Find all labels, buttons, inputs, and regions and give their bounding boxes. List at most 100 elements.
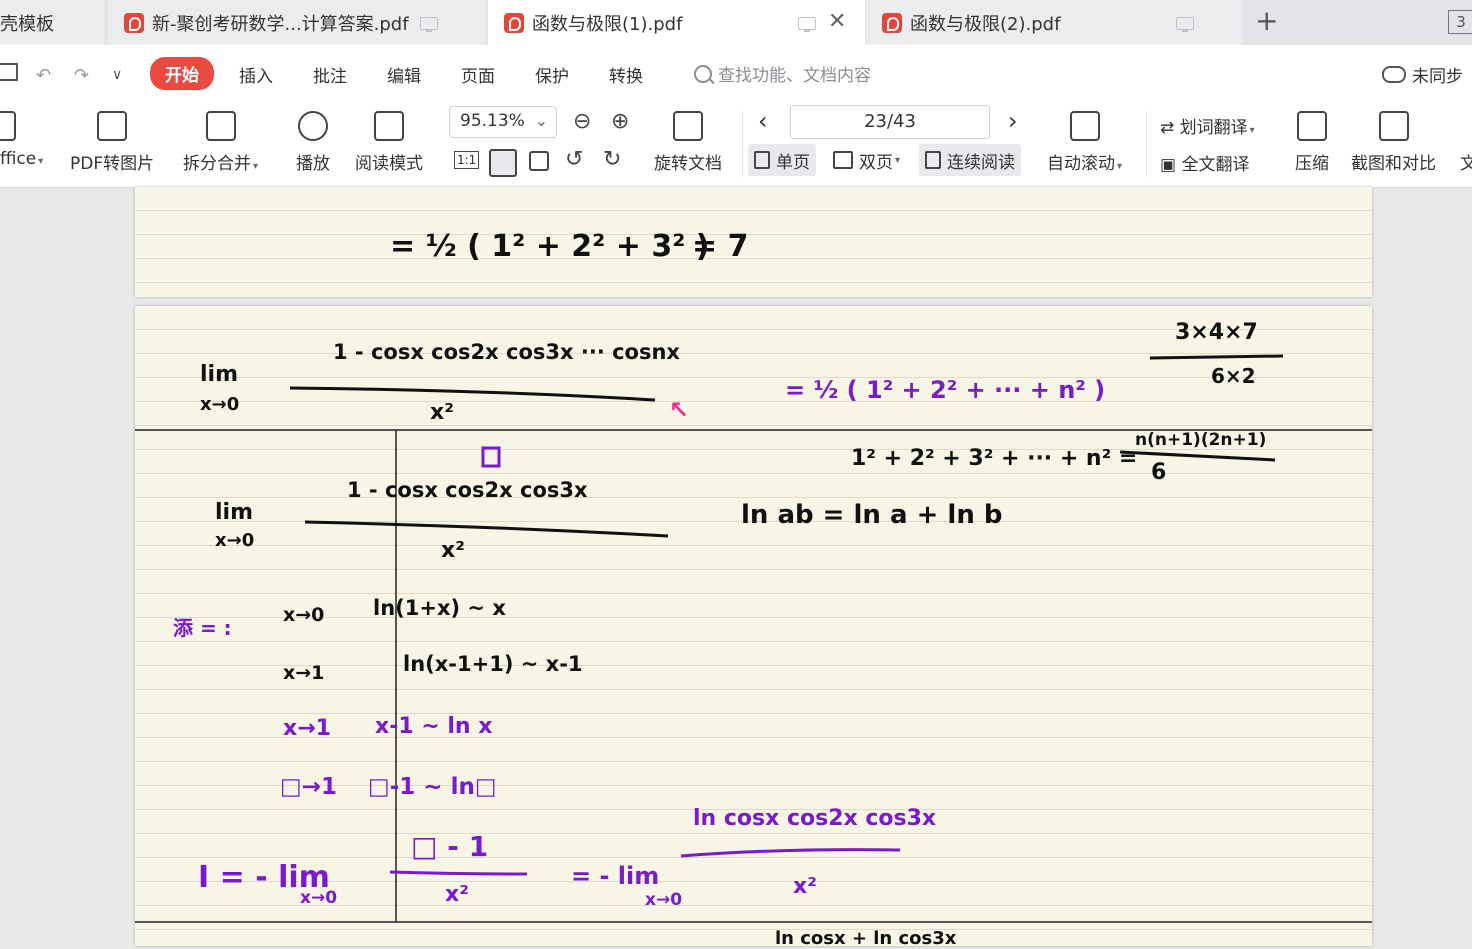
zoom-select[interactable]: 95.13% ⌄ (449, 106, 557, 138)
rotate-left-icon[interactable]: ↺ (565, 147, 583, 172)
lim-label: lim (215, 500, 254, 525)
rotate-right-icon[interactable]: ↻ (603, 147, 621, 172)
integral-sub: x→0 (300, 888, 338, 908)
pdf-to-image-button[interactable]: PDF转图片 (70, 111, 154, 174)
frac-top: 3×4×7 (1175, 320, 1258, 345)
integral-numerator: □ - 1 (411, 830, 489, 863)
tab-limits-1-pdf[interactable]: 函数与极限(1).pdf ✕ (488, 0, 865, 45)
monitor-icon[interactable] (1176, 17, 1194, 32)
new-tab-button[interactable]: + (1255, 4, 1278, 37)
page-number-input[interactable]: 23/43 (790, 105, 990, 139)
tab-answer-pdf[interactable]: 新-聚创考研数学...计算答案.pdf (108, 0, 486, 45)
divider (1146, 111, 1147, 177)
handwriting-sum-squares: = ½ ( 1² + 2² + 3² ) (390, 229, 710, 264)
frac-bottom: 6×2 (1211, 364, 1256, 388)
handwriting-result: = 7 (692, 229, 749, 264)
more-tools-button[interactable]: 文 (1460, 149, 1472, 174)
menu-protect[interactable]: 保护 (535, 62, 569, 87)
double-page-icon (833, 151, 853, 169)
word-translate-button[interactable]: ⇄ 划词翻译 ▾ (1160, 113, 1255, 138)
monitor-icon[interactable] (420, 17, 438, 32)
fit-width-icon[interactable] (529, 151, 549, 171)
sum-formula: 1² + 2² + 3² + ··· + n² = (851, 446, 1138, 471)
ink-strokes (135, 354, 1372, 923)
sync-status[interactable]: 未同步 (1382, 62, 1463, 87)
screenshot-compare-button[interactable]: 截图和对比 (1351, 111, 1436, 174)
numerator-2: 1 - cosx cos2x cos3x (347, 478, 588, 502)
note-label: 添 = : (173, 616, 232, 640)
zoom-value: 95.13% (460, 111, 525, 131)
double-page-button[interactable]: 双页 ▾ (827, 144, 906, 176)
menu-insert[interactable]: 插入 (239, 62, 273, 87)
row1-condition: x→0 (283, 604, 325, 626)
full-translate-button[interactable]: ▣ 全文翻译 (1160, 150, 1249, 175)
fraction-bar (304, 520, 669, 538)
split-merge-label: 拆分合并 (183, 154, 251, 174)
fraction-bar (680, 848, 901, 858)
play-label: 播放 (296, 154, 330, 174)
auto-scroll-button[interactable]: 自动滚动 ▾ (1047, 111, 1122, 174)
row2-condition: x→1 (283, 662, 325, 684)
row3-condition: x→1 (283, 716, 331, 741)
denominator-2: x² (441, 538, 465, 563)
tab-label: 函数与极限(2).pdf (910, 13, 1061, 35)
rotate-document-button[interactable]: 旋转文档 (654, 111, 722, 174)
office-icon (0, 111, 16, 141)
play-button[interactable]: 播放 (296, 111, 330, 174)
lim-label: lim (200, 362, 239, 387)
sum-half: = ½ ( 1² + 2² + ··· + n² ) (785, 376, 1106, 404)
search-placeholder: 查找功能、文档内容 (718, 66, 871, 86)
continuous-read-button[interactable]: 连续阅读 (919, 144, 1021, 176)
menu-toggle-icon[interactable] (0, 63, 18, 81)
menu-annotate[interactable]: 批注 (313, 62, 347, 87)
menu-edit[interactable]: 编辑 (387, 62, 421, 87)
row4-equivalence: □-1 ~ ln□ (368, 774, 497, 800)
double-page-label: 双页 (859, 152, 893, 173)
read-mode-button[interactable]: 阅读模式 (355, 111, 423, 174)
translate-icon: ⇄ (1160, 118, 1175, 138)
continuous-read-label: 连续阅读 (947, 152, 1015, 173)
compress-icon (1297, 111, 1327, 141)
fit-page-icon[interactable] (489, 149, 517, 177)
tab-label: 函数与极限(1).pdf (532, 13, 683, 35)
integral-denominator: x² (445, 882, 469, 907)
more-tools-label: 文 (1460, 154, 1472, 174)
office-button[interactable]: ffice ▾ (0, 111, 43, 169)
single-page-button[interactable]: 单页 (748, 144, 816, 176)
undo-icon[interactable]: ↶ (36, 65, 51, 86)
window-count-badge[interactable]: 3 (1448, 10, 1472, 34)
integral-numerator2: ln cosx cos2x cos3x (693, 806, 937, 831)
fraction-bar (289, 386, 656, 402)
pdf-icon (124, 12, 144, 33)
pdf-to-image-label: PDF转图片 (70, 154, 155, 174)
bottom-peek-text: ln cosx + ln cos3x (775, 928, 957, 949)
row2-equivalence: ln(x-1+1) ~ x-1 (403, 652, 583, 676)
tab-template[interactable]: 壳模板 (0, 0, 104, 45)
previous-page-icon[interactable]: ‹ (758, 107, 768, 135)
auto-scroll-label: 自动滚动 (1047, 154, 1115, 174)
toolbar: ffice ▾ PDF转图片 拆分合并 ▾ 播放 阅读模式 95.13% ⌄ ⊖ ⊕… (0, 101, 1472, 188)
zoom-in-icon[interactable]: ⊕ (611, 109, 629, 134)
menu-home[interactable]: 开始 (150, 57, 214, 90)
actual-size-button[interactable]: 1:1 (454, 151, 480, 169)
search-box[interactable]: 查找功能、文档内容 (694, 61, 871, 86)
close-icon[interactable]: ✕ (828, 9, 846, 34)
cursor-mark: ↖ (669, 396, 690, 424)
menu-page[interactable]: 页面 (461, 62, 495, 87)
zoom-out-icon[interactable]: ⊖ (573, 109, 591, 134)
rotate-document-icon (673, 111, 703, 141)
rotate-document-label: 旋转文档 (654, 154, 722, 174)
next-page-icon[interactable]: › (1008, 107, 1018, 135)
menu-convert[interactable]: 转换 (609, 62, 643, 87)
auto-scroll-icon (1069, 111, 1100, 141)
pdf-page-23: lim x→0 1 - cosx cos2x cos3x ··· cosnx x… (135, 306, 1372, 949)
denominator-1: x² (430, 400, 454, 425)
redo-icon[interactable]: ↷ (74, 65, 89, 86)
search-icon (694, 64, 712, 83)
continuous-read-icon (925, 151, 941, 169)
split-merge-button[interactable]: 拆分合并 ▾ (183, 111, 258, 174)
compress-button[interactable]: 压缩 (1295, 111, 1329, 174)
tab-limits-2-pdf[interactable]: 函数与极限(2).pdf (866, 0, 1243, 45)
chevron-down-icon[interactable]: ∨ (112, 67, 122, 83)
monitor-icon[interactable] (798, 17, 816, 32)
